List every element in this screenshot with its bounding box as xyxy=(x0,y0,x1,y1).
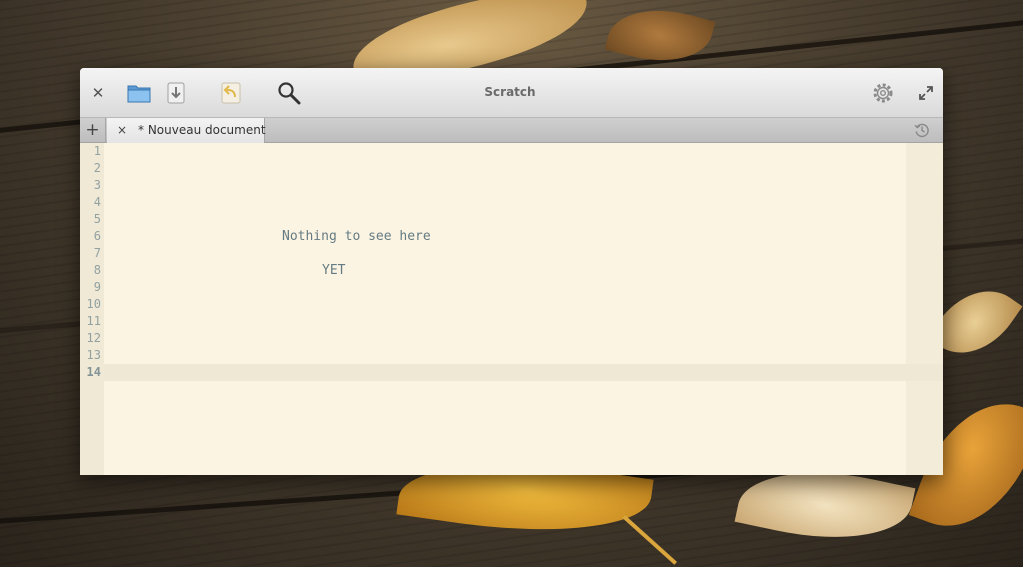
line-number: 1 xyxy=(93,144,101,158)
line-number: 6 xyxy=(93,229,101,243)
line-number-gutter: 1 2 3 4 5 6 7 8 9 10 11 12 13 14 xyxy=(80,143,104,475)
search-icon xyxy=(278,82,301,105)
folder-open-icon xyxy=(127,85,151,103)
line-number: 10 xyxy=(86,297,101,311)
line-number: 12 xyxy=(86,331,101,345)
line-number: 5 xyxy=(93,212,101,226)
line-number: 11 xyxy=(86,314,101,328)
fullscreen-icon xyxy=(919,86,933,100)
line-number-current: 14 xyxy=(86,365,101,379)
scratch-window: ✕ Scratch + × * Nouveau document 1 2 3 4… xyxy=(80,68,943,475)
line-number: 2 xyxy=(93,161,101,175)
save-file-button[interactable] xyxy=(165,81,187,105)
tab-bar: + × * Nouveau document xyxy=(80,118,943,143)
revert-button[interactable] xyxy=(220,81,242,105)
open-file-button[interactable] xyxy=(126,81,152,105)
line-number: 4 xyxy=(93,195,101,209)
settings-button[interactable] xyxy=(871,81,895,105)
revert-undo-icon xyxy=(221,82,241,104)
window-title: Scratch xyxy=(484,85,536,99)
new-tab-button[interactable]: + xyxy=(80,118,106,142)
gear-icon xyxy=(873,83,893,103)
closed-tabs-history-button[interactable] xyxy=(914,122,932,140)
right-margin-area xyxy=(906,143,943,475)
line-number: 8 xyxy=(93,263,101,277)
headerbar: ✕ Scratch xyxy=(80,68,943,118)
line-number: 3 xyxy=(93,178,101,192)
leaf-stem xyxy=(622,515,678,565)
fullscreen-button[interactable] xyxy=(915,82,937,104)
tab-close-button[interactable]: × xyxy=(115,121,129,139)
save-download-icon xyxy=(167,82,185,104)
history-icon xyxy=(914,123,929,138)
close-window-button[interactable]: ✕ xyxy=(88,83,108,103)
editor-line-8: YET xyxy=(322,263,346,278)
line-number: 9 xyxy=(93,280,101,294)
current-line-highlight xyxy=(104,364,943,381)
search-button[interactable] xyxy=(276,80,302,106)
text-editor[interactable]: 1 2 3 4 5 6 7 8 9 10 11 12 13 14 Nothing… xyxy=(80,143,943,475)
line-number: 13 xyxy=(86,348,101,362)
editor-line-6: Nothing to see here xyxy=(282,229,431,244)
line-number: 7 xyxy=(93,246,101,260)
tab-document[interactable]: × * Nouveau document xyxy=(107,118,266,143)
close-icon: ✕ xyxy=(91,84,105,102)
tab-label: * Nouveau document xyxy=(138,123,266,137)
